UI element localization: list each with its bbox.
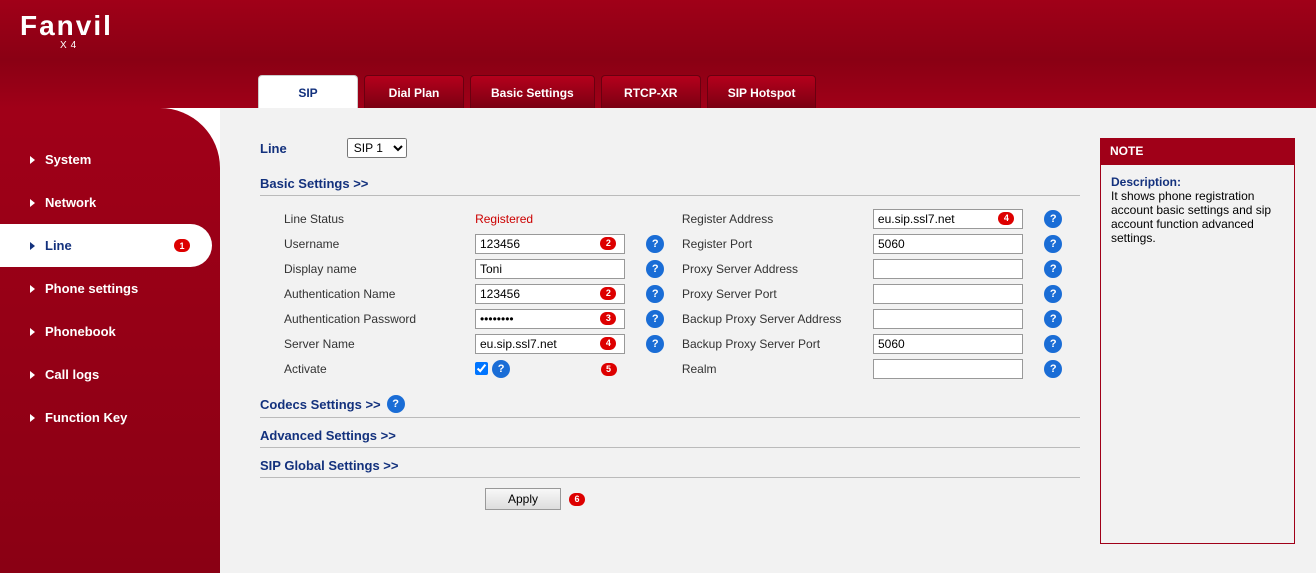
badge: 5	[601, 363, 617, 376]
note-title: NOTE	[1100, 138, 1295, 164]
brand-logo: Fanvil X4	[20, 10, 113, 51]
chevron-right-icon	[30, 414, 35, 422]
section-codecs-settings[interactable]: Codecs Settings >> ?	[260, 395, 1080, 418]
help-icon[interactable]: ?	[492, 360, 510, 378]
help-icon[interactable]: ?	[646, 310, 664, 328]
badge: 3	[600, 312, 616, 325]
proxy-server-address-input[interactable]	[873, 259, 1023, 279]
help-icon[interactable]: ?	[1044, 335, 1062, 353]
chevron-right-icon	[30, 285, 35, 293]
help-icon[interactable]: ?	[1044, 360, 1062, 378]
apply-button[interactable]: Apply	[485, 488, 561, 510]
badge-apply: 6	[569, 493, 585, 506]
display-name-input[interactable]	[475, 259, 625, 279]
tab-sip-hotspot[interactable]: SIP Hotspot	[707, 75, 817, 108]
badge: 4	[600, 337, 616, 350]
field-label: Proxy Server Address	[682, 262, 873, 276]
field-label: Proxy Server Port	[682, 287, 873, 301]
sidebar-item-label: System	[45, 152, 91, 167]
proxy-server-port-input[interactable]	[873, 284, 1023, 304]
help-icon[interactable]: ?	[646, 235, 664, 253]
line-status-value: Registered	[475, 212, 533, 226]
note-panel: NOTE Description: It shows phone registr…	[1100, 138, 1295, 553]
sidebar-item-label: Phone settings	[45, 281, 138, 296]
help-icon[interactable]: ?	[1044, 310, 1062, 328]
sidebar-item-function-key[interactable]: Function Key	[0, 396, 220, 439]
chevron-right-icon	[30, 328, 35, 336]
help-icon[interactable]: ?	[387, 395, 405, 413]
help-icon[interactable]: ?	[1044, 260, 1062, 278]
sidebar-item-label: Function Key	[45, 410, 127, 425]
field-label: Register Address	[682, 212, 873, 226]
help-icon[interactable]: ?	[646, 285, 664, 303]
tabs-bar: SIPDial PlanBasic SettingsRTCP-XRSIP Hot…	[0, 60, 1316, 108]
sidebar-item-label: Network	[45, 195, 96, 210]
sidebar-item-phone-settings[interactable]: Phone settings	[0, 267, 220, 310]
badge: 1	[174, 239, 190, 252]
note-body-text: It shows phone registration account basi…	[1111, 189, 1271, 245]
register-port-input[interactable]	[873, 234, 1023, 254]
brand-model: X4	[20, 40, 113, 51]
sidebar-item-label: Line	[45, 238, 72, 253]
field-label: Authentication Password	[284, 312, 475, 326]
line-select[interactable]: SIP 1	[347, 138, 407, 158]
chevron-right-icon	[30, 199, 35, 207]
field-label: Activate	[284, 362, 475, 376]
help-icon[interactable]: ?	[1044, 235, 1062, 253]
activate-checkbox[interactable]	[475, 362, 488, 375]
help-icon[interactable]: ?	[646, 335, 664, 353]
field-label: Display name	[284, 262, 475, 276]
section-sip-global-settings[interactable]: SIP Global Settings >>	[260, 458, 1080, 478]
help-icon[interactable]: ?	[1044, 285, 1062, 303]
sidebar-item-network[interactable]: Network	[0, 181, 220, 224]
sidebar-item-system[interactable]: System	[0, 138, 220, 181]
section-advanced-settings[interactable]: Advanced Settings >>	[260, 428, 1080, 448]
field-label: Username	[284, 237, 475, 251]
field-label: Realm	[682, 362, 873, 376]
sidebar-item-label: Call logs	[45, 367, 99, 382]
help-icon[interactable]: ?	[646, 260, 664, 278]
backup-proxy-server-address-input[interactable]	[873, 309, 1023, 329]
badge: 2	[600, 237, 616, 250]
tab-dial-plan[interactable]: Dial Plan	[364, 75, 464, 108]
chevron-right-icon	[30, 242, 35, 250]
chevron-right-icon	[30, 371, 35, 379]
badge: 2	[600, 287, 616, 300]
chevron-right-icon	[30, 156, 35, 164]
line-label: Line	[260, 141, 287, 156]
sidebar-item-line[interactable]: Line 1	[0, 224, 212, 267]
sidebar-item-call-logs[interactable]: Call logs	[0, 353, 220, 396]
tab-sip[interactable]: SIP	[258, 75, 358, 108]
section-basic-settings[interactable]: Basic Settings >>	[260, 176, 1080, 196]
brand-name: Fanvil	[20, 10, 113, 42]
field-label: Line Status	[284, 212, 475, 226]
tab-basic-settings[interactable]: Basic Settings	[470, 75, 595, 108]
sidebar: System Network Line 1 Phone settings Phoneboo…	[0, 108, 220, 573]
sidebar-item-phonebook[interactable]: Phonebook	[0, 310, 220, 353]
note-heading: Description:	[1111, 175, 1181, 189]
sidebar-item-label: Phonebook	[45, 324, 116, 339]
tab-rtcp-xr[interactable]: RTCP-XR	[601, 75, 701, 108]
field-label: Server Name	[284, 337, 475, 351]
backup-proxy-server-port-input[interactable]	[873, 334, 1023, 354]
help-icon[interactable]: ?	[1044, 210, 1062, 228]
field-label: Backup Proxy Server Port	[682, 337, 873, 351]
realm-input[interactable]	[873, 359, 1023, 379]
field-label: Backup Proxy Server Address	[682, 312, 873, 326]
badge: 4	[998, 212, 1014, 225]
field-label: Authentication Name	[284, 287, 475, 301]
field-label: Register Port	[682, 237, 873, 251]
